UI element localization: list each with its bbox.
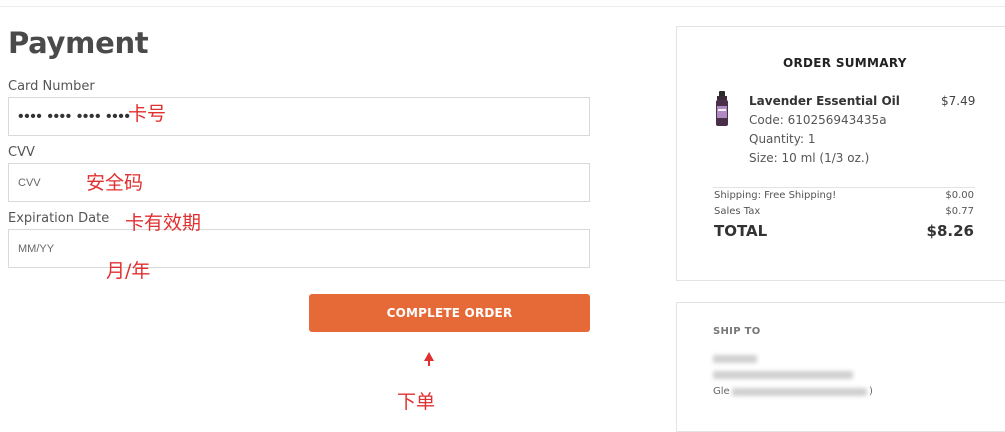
ship-to-title: SHIP TO bbox=[713, 326, 761, 337]
blurred-name bbox=[713, 355, 757, 363]
product-size: Size: 10 ml (1/3 oz.) bbox=[749, 151, 870, 165]
expiration-field[interactable] bbox=[8, 229, 590, 268]
complete-order-annotation: 下单 bbox=[397, 391, 436, 413]
product-code: Code: 610256943435a bbox=[749, 113, 887, 127]
blurred-city bbox=[732, 388, 867, 396]
shipping-label: Shipping: Free Shipping! bbox=[714, 190, 837, 201]
page-title: Payment bbox=[8, 26, 149, 60]
shipping-value: $0.00 bbox=[945, 190, 974, 201]
arrow-stem bbox=[428, 360, 430, 366]
tax-value: $0.77 bbox=[945, 206, 974, 217]
card-number-input[interactable] bbox=[9, 98, 589, 135]
summary-divider bbox=[713, 187, 975, 188]
product-price: $7.49 bbox=[941, 94, 976, 108]
blurred-street bbox=[713, 371, 853, 379]
total-row: TOTAL $8.26 bbox=[714, 222, 974, 240]
card-number-field[interactable] bbox=[8, 97, 590, 136]
card-number-annotation: 卡号 bbox=[128, 103, 167, 125]
order-summary-title: ORDER SUMMARY bbox=[783, 56, 907, 70]
shipping-row: Shipping: Free Shipping! $0.00 bbox=[714, 190, 974, 201]
address-suffix: ) bbox=[869, 386, 873, 397]
complete-order-button[interactable]: COMPLETE ORDER bbox=[309, 294, 590, 332]
product-quantity: Quantity: 1 bbox=[749, 132, 816, 146]
expiration-label: Expiration Date bbox=[8, 211, 110, 226]
cvv-annotation: 安全码 bbox=[86, 172, 144, 194]
expiration-annotation: 卡有效期 bbox=[125, 212, 202, 234]
tax-label: Sales Tax bbox=[714, 206, 761, 217]
cvv-label: CVV bbox=[8, 145, 35, 160]
essential-oil-bottle-icon bbox=[716, 91, 728, 126]
order-summary-card: ORDER SUMMARY Lavender Essential Oil $7.… bbox=[676, 26, 1005, 281]
expiration-input[interactable] bbox=[9, 230, 589, 267]
total-value: $8.26 bbox=[926, 222, 974, 240]
card-number-label: Card Number bbox=[8, 79, 95, 94]
total-label: TOTAL bbox=[714, 222, 768, 240]
tax-row: Sales Tax $0.77 bbox=[714, 206, 974, 217]
product-name: Lavender Essential Oil bbox=[749, 94, 900, 108]
top-divider bbox=[0, 6, 1005, 7]
ship-to-card: SHIP TO Gle ) bbox=[676, 302, 1005, 432]
expiration-format-annotation: 月/年 bbox=[106, 260, 151, 282]
address-prefix: Gle bbox=[713, 386, 730, 397]
